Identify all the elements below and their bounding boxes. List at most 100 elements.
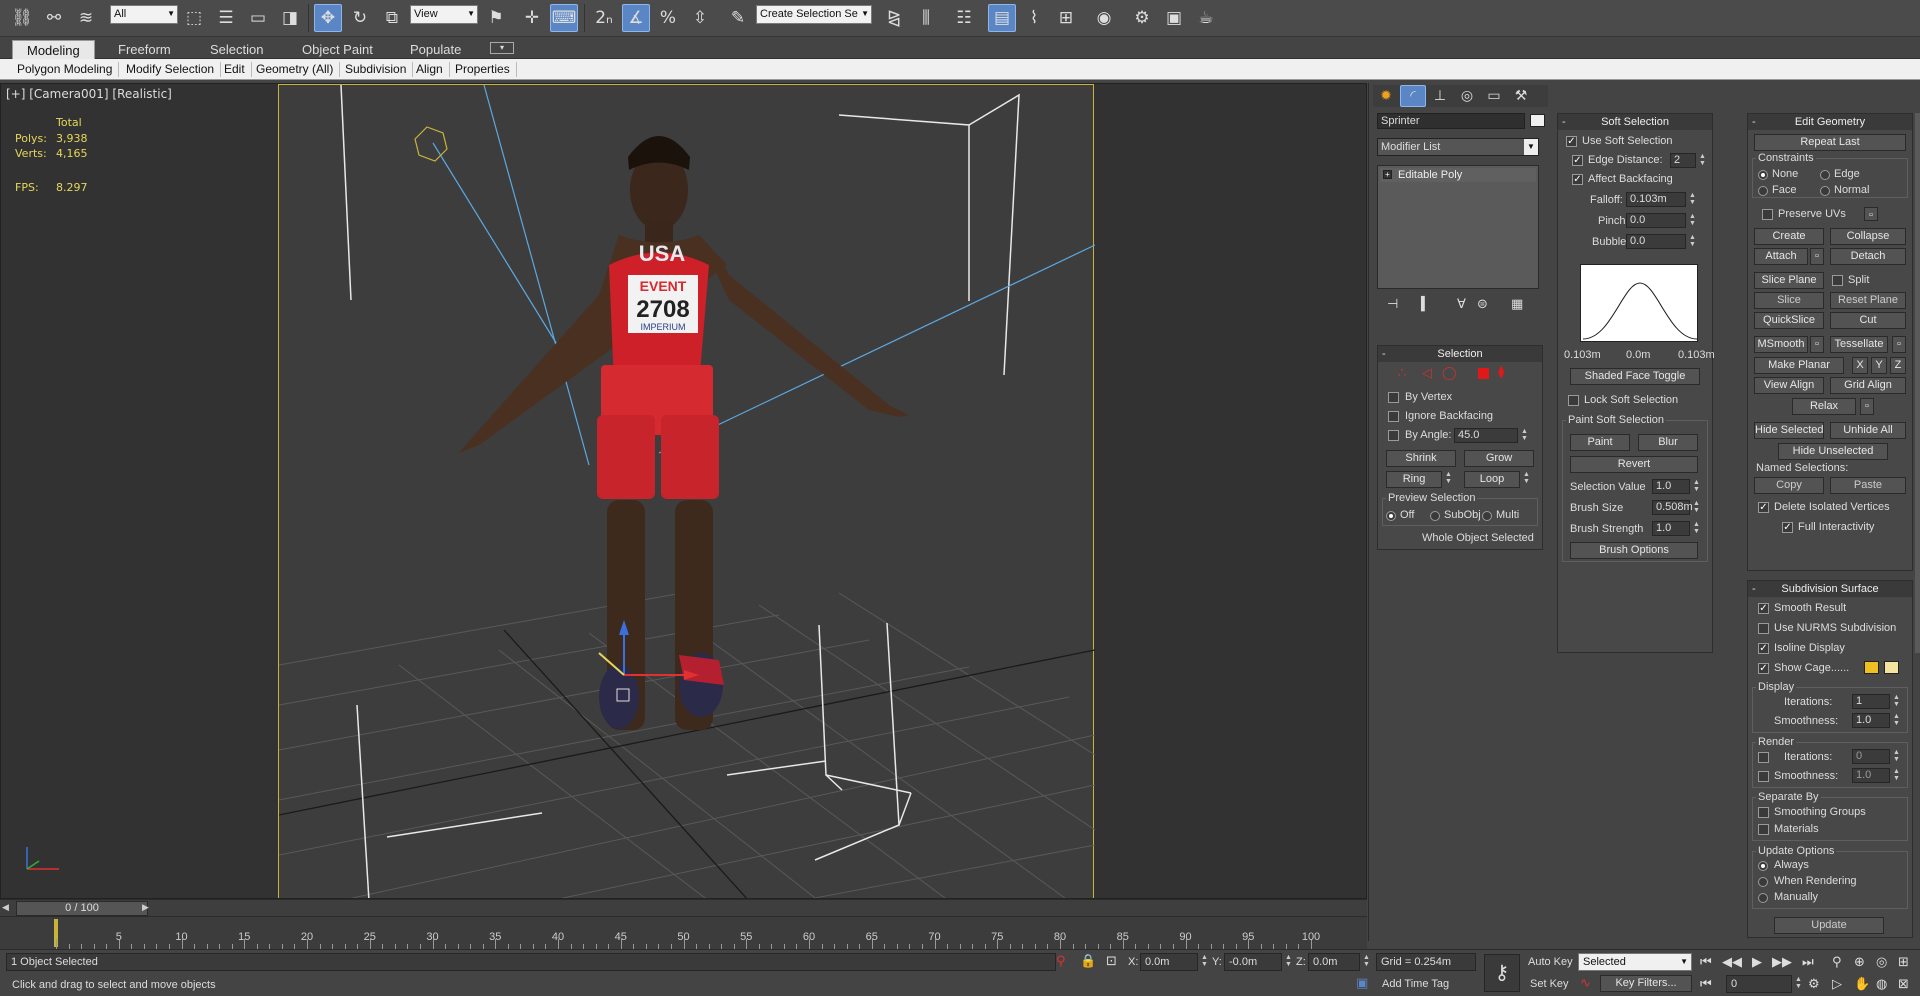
unhide-all-button[interactable]: Unhide All bbox=[1830, 422, 1906, 439]
go-to-start-icon[interactable]: ⏮ bbox=[1700, 955, 1712, 970]
modify-tab-icon[interactable]: ◜ bbox=[1400, 85, 1426, 107]
paint-button[interactable]: Paint bbox=[1570, 434, 1630, 451]
ribbon-subdivision[interactable]: Subdivision bbox=[339, 62, 414, 77]
object-color-swatch[interactable] bbox=[1530, 114, 1545, 127]
current-frame-field[interactable]: 0 bbox=[1726, 975, 1792, 993]
spinner-arrows-icon[interactable]: ▲ ▼ bbox=[1688, 234, 1697, 249]
set-key-icon[interactable]: ⚷ bbox=[1484, 954, 1520, 992]
spinner-arrows-icon[interactable]: ▲ ▼ bbox=[1892, 694, 1901, 709]
preview-multi-radio[interactable] bbox=[1482, 511, 1492, 521]
view-align-button[interactable]: View Align bbox=[1754, 377, 1824, 394]
ribbon-modify-selection[interactable]: Modify Selection bbox=[120, 62, 222, 77]
y-coord-field[interactable]: -0.0m bbox=[1224, 953, 1282, 971]
ring-button[interactable]: Ring bbox=[1386, 471, 1442, 488]
planar-x-button[interactable]: X bbox=[1852, 357, 1868, 374]
selection-rollout-header[interactable]: - Selection bbox=[1378, 346, 1542, 362]
render-smoothness-checkbox[interactable] bbox=[1758, 771, 1769, 782]
rect-selection-region-icon[interactable]: ▭ bbox=[244, 4, 272, 32]
go-to-end-icon[interactable]: ⏭ bbox=[1802, 955, 1814, 970]
edit-named-selection-icon[interactable]: ✎ bbox=[724, 4, 752, 32]
constraint-edge-radio[interactable] bbox=[1820, 170, 1830, 180]
preserve-uvs-settings-icon[interactable]: ▫ bbox=[1864, 207, 1878, 221]
border-mode-icon[interactable]: ◯ bbox=[1442, 366, 1457, 381]
modifier-list-dropdown[interactable]: Modifier List ▼ bbox=[1377, 138, 1539, 156]
key-mode-toggle-icon[interactable]: ⏮ bbox=[1700, 977, 1712, 992]
blur-button[interactable]: Blur bbox=[1638, 434, 1698, 451]
repeat-last-button[interactable]: Repeat Last bbox=[1754, 134, 1906, 151]
angle-snap-icon[interactable]: ∡ bbox=[622, 4, 650, 32]
quickslice-button[interactable]: QuickSlice bbox=[1754, 312, 1824, 329]
relax-button[interactable]: Relax bbox=[1792, 398, 1856, 415]
pin-stack-icon[interactable]: ⊣ bbox=[1387, 297, 1398, 312]
expand-icon[interactable]: + bbox=[1383, 170, 1392, 179]
spinner-arrows-icon[interactable]: ▲ ▼ bbox=[1284, 954, 1293, 969]
z-coord-field[interactable]: 0.0m bbox=[1308, 953, 1360, 971]
key-curve-icon[interactable]: ∿ bbox=[1580, 976, 1591, 991]
track-bar[interactable]: 5 10 15 20 25 30 35 40 45 50 55 60 65 70 75 80 85 90 95 100 bbox=[0, 916, 1367, 949]
keyboard-shortcut-override-icon[interactable]: ⌨ bbox=[550, 4, 578, 32]
create-button[interactable]: Create bbox=[1754, 228, 1824, 245]
time-slider-thumb[interactable]: 0 / 100 bbox=[16, 901, 148, 916]
spinner-arrows-icon[interactable]: ▲ ▼ bbox=[1794, 976, 1803, 991]
select-and-rotate-icon[interactable]: ↻ bbox=[346, 4, 374, 32]
ribbon-align[interactable]: Align bbox=[410, 62, 450, 77]
spinner-arrows-icon[interactable]: ▲ ▼ bbox=[1692, 479, 1701, 494]
link-icon[interactable]: ⛓ bbox=[8, 4, 36, 32]
cut-button[interactable]: Cut bbox=[1830, 312, 1906, 329]
shrink-button[interactable]: Shrink bbox=[1386, 450, 1456, 467]
planar-y-button[interactable]: Y bbox=[1871, 357, 1887, 374]
display-tab-icon[interactable]: ▭ bbox=[1481, 85, 1507, 107]
planar-z-button[interactable]: Z bbox=[1890, 357, 1906, 374]
by-vertex-checkbox[interactable] bbox=[1388, 392, 1399, 403]
zoom-all-icon[interactable]: ⊕ bbox=[1854, 955, 1865, 970]
selection-lock-icon[interactable]: 🔒 bbox=[1080, 954, 1096, 969]
mirror-icon[interactable]: ⧎ bbox=[880, 4, 908, 32]
hierarchy-tab-icon[interactable]: ⊥ bbox=[1427, 85, 1453, 107]
update-button[interactable]: Update bbox=[1774, 917, 1884, 934]
rendered-frame-window-icon[interactable]: ▣ bbox=[1160, 4, 1188, 32]
lock-soft-selection-checkbox[interactable] bbox=[1568, 395, 1579, 406]
field-of-view-icon[interactable]: ▷ bbox=[1832, 977, 1842, 992]
edge-distance-spinner[interactable]: 2 bbox=[1670, 153, 1696, 168]
grow-button[interactable]: Grow bbox=[1464, 450, 1534, 467]
key-filters-button[interactable]: Key Filters... bbox=[1600, 975, 1692, 992]
previous-frame-icon[interactable]: ◀◀ bbox=[1722, 955, 1742, 970]
select-and-scale-icon[interactable]: ⧉ bbox=[378, 4, 406, 32]
tab-modeling[interactable]: Modeling bbox=[12, 40, 95, 59]
ring-spinner-icon[interactable]: ▲ ▼ bbox=[1444, 471, 1453, 486]
update-manually-radio[interactable] bbox=[1758, 893, 1768, 903]
brush-size-spinner[interactable]: 0.508m bbox=[1652, 500, 1693, 515]
absolute-mode-icon[interactable]: ⊡ bbox=[1106, 954, 1117, 969]
next-frame-arrow-icon[interactable]: ▶ bbox=[142, 902, 154, 915]
show-cage-checkbox[interactable]: ✓ bbox=[1758, 663, 1769, 674]
modifier-stack[interactable]: + Editable Poly bbox=[1377, 165, 1539, 289]
hide-selected-button[interactable]: Hide Selected bbox=[1754, 422, 1824, 439]
loop-spinner-icon[interactable]: ▲ ▼ bbox=[1522, 471, 1531, 486]
object-name-field[interactable]: Sprinter bbox=[1377, 113, 1525, 129]
update-when-rendering-radio[interactable] bbox=[1758, 877, 1768, 887]
orbit-subobject-icon[interactable]: ◍ bbox=[1876, 977, 1887, 992]
element-mode-icon[interactable]: ⧫ bbox=[1498, 365, 1504, 380]
isolate-selection-icon[interactable]: ⚲ bbox=[1056, 954, 1066, 969]
maximize-toggle-icon[interactable]: ⊠ bbox=[1898, 977, 1909, 992]
edge-mode-icon[interactable]: ◁ bbox=[1422, 366, 1432, 381]
use-soft-selection-checkbox[interactable]: ✓ bbox=[1566, 136, 1577, 147]
tab-freeform[interactable]: Freeform bbox=[104, 40, 185, 59]
command-panel-scrollbar[interactable] bbox=[1915, 113, 1920, 653]
spinner-arrows-icon[interactable]: ▲ ▼ bbox=[1692, 500, 1701, 515]
zoom-icon[interactable]: ⚲ bbox=[1832, 955, 1842, 970]
pinch-spinner[interactable]: 0.0 bbox=[1626, 213, 1686, 228]
pivot-center-icon[interactable]: ⚑ bbox=[482, 4, 510, 32]
reset-plane-button[interactable]: Reset Plane bbox=[1830, 292, 1906, 309]
msmooth-settings-icon[interactable]: ▫ bbox=[1810, 336, 1824, 353]
render-smoothness-spinner[interactable]: 1.0 bbox=[1852, 768, 1890, 783]
percent-snap-icon[interactable]: % bbox=[654, 4, 682, 32]
collapse-icon[interactable]: - bbox=[1752, 114, 1756, 130]
constraint-face-radio[interactable] bbox=[1758, 186, 1768, 196]
spinner-snap-icon[interactable]: ⇳ bbox=[686, 4, 714, 32]
display-iterations-spinner[interactable]: 1 bbox=[1852, 694, 1890, 709]
brush-options-button[interactable]: Brush Options bbox=[1570, 542, 1698, 559]
set-key-button[interactable]: Set Key bbox=[1530, 978, 1569, 990]
edit-geometry-header[interactable]: - Edit Geometry bbox=[1748, 114, 1912, 130]
ignore-backfacing-checkbox[interactable] bbox=[1388, 411, 1399, 422]
